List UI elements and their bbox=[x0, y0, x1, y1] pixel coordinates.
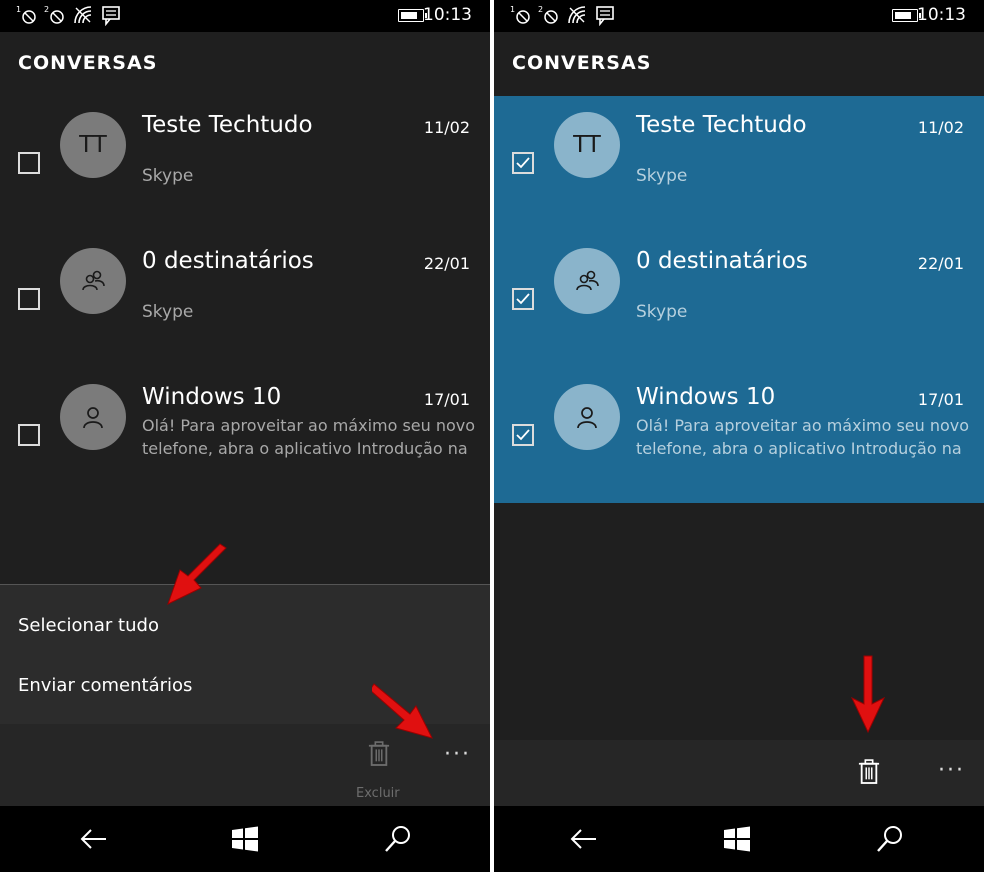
sim2-no-signal-icon: 2 bbox=[538, 4, 560, 26]
red-arrow-annotation bbox=[167, 543, 227, 605]
conversation-date: 17/01 bbox=[423, 390, 470, 409]
more-options-button[interactable]: ··· bbox=[938, 758, 965, 783]
conversation-name: 0 destinatários bbox=[636, 248, 808, 274]
conversation-subtitle: Skype bbox=[636, 166, 688, 186]
checkmark-icon bbox=[516, 429, 530, 441]
conversation-subtitle: Skype bbox=[142, 302, 194, 322]
conversation-preview: Olá! Para aproveitar ao máximo seu novo … bbox=[636, 416, 970, 458]
conversation-preview: Olá! Para aproveitar ao máximo seu novo … bbox=[142, 416, 476, 458]
checkbox[interactable] bbox=[18, 424, 40, 446]
back-icon[interactable] bbox=[568, 823, 600, 855]
windows-start-icon[interactable] bbox=[721, 823, 753, 855]
svg-text:1: 1 bbox=[510, 5, 515, 14]
person-icon bbox=[577, 407, 597, 429]
delete-button[interactable] bbox=[856, 758, 886, 790]
trash-icon bbox=[858, 759, 880, 784]
message-icon bbox=[100, 4, 122, 27]
avatar: TT bbox=[554, 112, 620, 178]
select-all-menu-item[interactable]: Selecionar tudo bbox=[18, 615, 159, 636]
search-icon[interactable] bbox=[382, 823, 414, 855]
conversation-date: 22/01 bbox=[423, 254, 470, 273]
avatar: TT bbox=[60, 112, 126, 178]
conversation-date: 11/02 bbox=[917, 118, 964, 137]
checkmark-icon bbox=[516, 157, 530, 169]
checkbox[interactable] bbox=[512, 152, 534, 174]
conversation-date: 11/02 bbox=[423, 118, 470, 137]
status-bar: 1 2 10:13 bbox=[494, 0, 984, 32]
conversation-name: 0 destinatários bbox=[142, 248, 314, 274]
avatar bbox=[60, 384, 126, 450]
person-icon bbox=[83, 407, 103, 429]
group-icon bbox=[576, 270, 599, 291]
conversation-date: 17/01 bbox=[917, 390, 964, 409]
conversation-name: Teste Techtudo bbox=[142, 112, 313, 138]
avatar bbox=[554, 384, 620, 450]
conversation-item[interactable]: TT Teste Techtudo 11/02 Skype bbox=[0, 96, 490, 232]
checkbox[interactable] bbox=[18, 152, 40, 174]
checkbox[interactable] bbox=[18, 288, 40, 310]
conversation-item[interactable]: Windows 10 17/01 Olá! Para aproveitar ao… bbox=[0, 368, 490, 504]
group-icon bbox=[82, 270, 105, 291]
wifi-icon bbox=[566, 4, 588, 26]
svg-text:2: 2 bbox=[538, 5, 543, 14]
windows-start-icon[interactable] bbox=[229, 823, 261, 855]
conversation-subtitle: Skype bbox=[142, 166, 194, 186]
clock: 10:13 bbox=[423, 5, 472, 25]
message-icon bbox=[594, 4, 616, 27]
conversation-name: Windows 10 bbox=[636, 384, 776, 410]
delete-label: Excluir bbox=[356, 786, 400, 801]
red-arrow-annotation bbox=[372, 683, 433, 739]
phone-screen-right: 1 2 10:13 CONVERSAS TT Teste Techtudo 11… bbox=[494, 0, 984, 872]
battery-icon bbox=[398, 9, 427, 22]
avatar bbox=[60, 248, 126, 314]
svg-text:1: 1 bbox=[16, 5, 21, 14]
battery-level bbox=[895, 12, 911, 19]
sim2-no-signal-icon: 2 bbox=[44, 4, 66, 26]
conversation-item[interactable]: TT Teste Techtudo 11/02 Skype bbox=[494, 96, 984, 232]
avatar bbox=[554, 248, 620, 314]
svg-text:2: 2 bbox=[44, 5, 49, 14]
checkmark-icon bbox=[516, 293, 530, 305]
page-title: CONVERSAS bbox=[512, 52, 652, 74]
status-bar: 1 2 10:13 bbox=[0, 0, 490, 32]
red-arrow-annotation bbox=[850, 655, 886, 734]
app-bar: ··· bbox=[494, 740, 984, 806]
conversation-date: 22/01 bbox=[917, 254, 964, 273]
sim1-no-signal-icon: 1 bbox=[16, 4, 38, 26]
search-icon[interactable] bbox=[874, 823, 906, 855]
send-feedback-menu-item[interactable]: Enviar comentários bbox=[18, 675, 192, 696]
conversation-item[interactable]: 0 destinatários 22/01 Skype bbox=[0, 232, 490, 368]
delete-button[interactable]: Excluir bbox=[356, 740, 400, 801]
clock: 10:13 bbox=[917, 5, 966, 25]
checkbox[interactable] bbox=[512, 424, 534, 446]
conversation-subtitle: Skype bbox=[636, 302, 688, 322]
navigation-bar bbox=[0, 806, 490, 872]
back-icon[interactable] bbox=[78, 823, 110, 855]
trash-icon bbox=[368, 741, 390, 766]
phone-screen-left: 1 2 10:13 CONVERSAS TT Teste Techtudo 11… bbox=[0, 0, 490, 872]
page-title: CONVERSAS bbox=[18, 52, 158, 74]
battery-icon bbox=[892, 9, 921, 22]
navigation-bar bbox=[494, 806, 984, 872]
conversation-name: Teste Techtudo bbox=[636, 112, 807, 138]
conversation-name: Windows 10 bbox=[142, 384, 282, 410]
conversation-item[interactable]: 0 destinatários 22/01 Skype bbox=[494, 232, 984, 368]
battery-level bbox=[401, 12, 417, 19]
checkbox[interactable] bbox=[512, 288, 534, 310]
wifi-icon bbox=[72, 4, 94, 26]
sim1-no-signal-icon: 1 bbox=[510, 4, 532, 26]
conversation-item[interactable]: Windows 10 17/01 Olá! Para aproveitar ao… bbox=[494, 368, 984, 504]
more-options-button[interactable]: ··· bbox=[444, 742, 471, 767]
